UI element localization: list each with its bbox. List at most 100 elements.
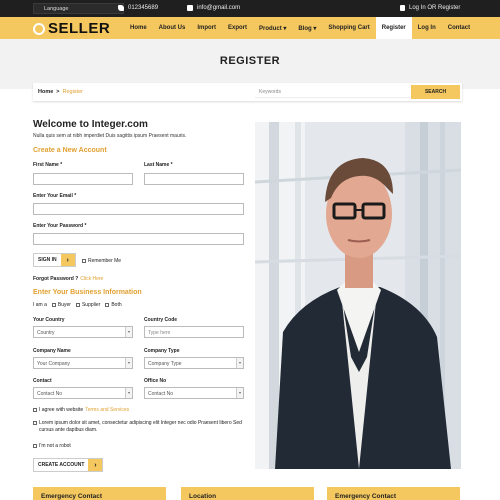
buyer-label: Buyer bbox=[57, 302, 71, 308]
email-input[interactable] bbox=[33, 203, 244, 215]
captcha-checkbox[interactable] bbox=[33, 444, 37, 448]
breadcrumb-current: Register bbox=[62, 89, 83, 95]
breadcrumb-home[interactable]: Home bbox=[38, 89, 53, 95]
search-button[interactable]: SEARCH bbox=[411, 85, 460, 99]
breadcrumb-separator-icon: > bbox=[56, 89, 60, 95]
emergency-contact-card: Emergency Contact bbox=[33, 487, 166, 500]
lorem-option[interactable]: Lorem ipsum dolor sit amet, consectetur … bbox=[33, 420, 248, 434]
welcome-subtitle: Nulla quis sem at nibh imperdiet Duis sa… bbox=[33, 133, 187, 139]
forgot-label: Forgot Password ? bbox=[33, 276, 79, 282]
language-select[interactable]: Language bbox=[33, 3, 124, 14]
dropdown-arrow-icon bbox=[236, 388, 243, 398]
welcome-heading: Welcome to Integer.com bbox=[33, 119, 148, 130]
emergency-contact-card-2: Emergency Contact bbox=[327, 487, 460, 500]
nav-about[interactable]: About Us bbox=[153, 17, 192, 39]
auth-link[interactable]: Log In OR Register bbox=[409, 5, 460, 11]
create-account-heading: Create a New Account bbox=[33, 147, 107, 154]
country-select[interactable]: Country bbox=[33, 326, 133, 338]
sign-in-button[interactable]: SIGN IN › bbox=[33, 253, 76, 267]
email-label: Enter Your Email * bbox=[33, 193, 77, 199]
email-info: info@gmail.com bbox=[187, 5, 240, 11]
first-name-label: First Name * bbox=[33, 162, 63, 168]
nav-import[interactable]: Import bbox=[191, 17, 222, 39]
office-select[interactable]: Contact No bbox=[144, 387, 244, 399]
phone-number: 012345689 bbox=[128, 5, 159, 11]
dropdown-arrow-icon bbox=[125, 327, 132, 337]
profile-photo bbox=[255, 122, 461, 469]
password-label: Enter Your Password * bbox=[33, 223, 87, 229]
click-here-link[interactable]: Click Here bbox=[80, 276, 103, 282]
remember-label: Remember Me bbox=[88, 258, 122, 264]
auth-links[interactable]: Log In OR Register bbox=[400, 5, 460, 11]
remember-checkbox[interactable] bbox=[82, 259, 86, 263]
page-title: REGISTER bbox=[219, 55, 281, 67]
menu: Home About Us Import Export Product ▾ Bl… bbox=[124, 17, 476, 39]
nav-home[interactable]: Home bbox=[124, 17, 153, 39]
forgot-password: Forgot Password ? Click Here bbox=[33, 276, 103, 282]
last-name-input[interactable] bbox=[144, 173, 244, 185]
dropdown-arrow-icon bbox=[125, 388, 132, 398]
sign-in-label: SIGN IN bbox=[34, 254, 61, 266]
logo[interactable]: SELLER bbox=[33, 20, 110, 37]
nav-register[interactable]: Register bbox=[375, 17, 412, 39]
supplier-checkbox[interactable] bbox=[75, 303, 80, 307]
country-value: Country bbox=[37, 330, 55, 336]
email-address[interactable]: info@gmail.com bbox=[197, 5, 240, 11]
create-account-button[interactable]: CREATE ACCOUNT › bbox=[33, 458, 104, 472]
country-code-input[interactable]: Type here bbox=[144, 326, 244, 338]
lorem-checkbox[interactable] bbox=[33, 421, 37, 425]
contact-value: Contact No bbox=[37, 391, 63, 397]
nav-export[interactable]: Export bbox=[222, 17, 253, 39]
chevron-right-icon: › bbox=[88, 459, 103, 471]
contact-select[interactable]: Contact No bbox=[33, 387, 133, 399]
buyer-checkbox[interactable] bbox=[51, 303, 56, 307]
business-info-heading: Enter Your Business Information bbox=[33, 289, 142, 296]
both-checkbox[interactable] bbox=[105, 303, 110, 307]
nav-contact[interactable]: Contact bbox=[442, 17, 476, 39]
company-name-label: Company Name bbox=[33, 348, 71, 354]
location-card: Location bbox=[181, 487, 314, 500]
lock-icon bbox=[400, 5, 405, 11]
remember-me[interactable]: Remember Me bbox=[82, 258, 121, 264]
agree-checkbox[interactable] bbox=[33, 408, 37, 412]
nav-cart[interactable]: Shopping Cart bbox=[322, 17, 375, 39]
contact-label: Contact bbox=[33, 378, 52, 384]
i-am-label: I am a bbox=[33, 302, 47, 308]
nav-login[interactable]: Log In bbox=[412, 17, 442, 39]
nav-product[interactable]: Product ▾ bbox=[253, 17, 292, 39]
chevron-right-icon: › bbox=[60, 254, 75, 266]
logo-text: SELLER bbox=[48, 20, 111, 37]
dropdown-arrow-icon bbox=[125, 358, 132, 368]
company-type-select[interactable]: Company Type bbox=[144, 357, 244, 369]
agree-terms[interactable]: I agree with website Terms and Services bbox=[33, 407, 129, 413]
both-label: Both bbox=[111, 302, 122, 308]
dropdown-arrow-icon bbox=[236, 358, 243, 368]
man-portrait-image bbox=[255, 122, 461, 469]
logo-icon bbox=[33, 22, 45, 35]
your-country-label: Your Country bbox=[33, 317, 65, 323]
first-name-input[interactable] bbox=[33, 173, 133, 185]
captcha-label: I'm not a robot bbox=[39, 443, 71, 449]
create-account-label: CREATE ACCOUNT bbox=[34, 459, 89, 471]
password-input[interactable] bbox=[33, 233, 244, 245]
company-name-select[interactable]: Your Company bbox=[33, 357, 133, 369]
office-label: Office No bbox=[144, 378, 167, 384]
breadcrumb: Home > Register bbox=[38, 89, 83, 95]
account-type: I am a Buyer Supplier Both bbox=[33, 302, 122, 308]
company-type-value: Company Type bbox=[148, 361, 182, 367]
supplier-label: Supplier bbox=[81, 302, 101, 308]
last-name-label: Last Name * bbox=[144, 162, 173, 168]
agree-label: I agree with website bbox=[39, 407, 84, 413]
lorem-label: Lorem ipsum dolor sit amet, consectetur … bbox=[39, 420, 242, 433]
phone-icon bbox=[118, 5, 124, 11]
main-nav: SELLER Home About Us Import Export Produ… bbox=[0, 17, 500, 39]
office-value: Contact No bbox=[148, 391, 174, 397]
phone-info: 012345689 bbox=[118, 5, 158, 11]
terms-link[interactable]: Terms and Services bbox=[85, 407, 129, 413]
nav-blog[interactable]: Blog ▾ bbox=[292, 17, 322, 39]
captcha[interactable]: I'm not a robot bbox=[33, 443, 71, 449]
search-input[interactable]: Keywords bbox=[255, 86, 410, 98]
email-icon bbox=[187, 5, 193, 11]
top-bar: Language 012345689 info@gmail.com Log In… bbox=[0, 0, 500, 17]
breadcrumb-bar: Home > Register Keywords SEARCH bbox=[33, 83, 462, 101]
